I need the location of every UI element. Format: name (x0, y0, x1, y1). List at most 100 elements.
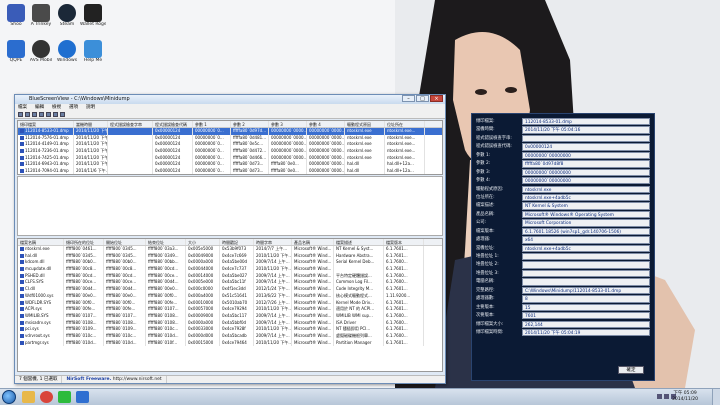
desktop-icon-steam[interactable]: Steam (54, 4, 80, 28)
table-row[interactable]: 112014-6943-01.dmp 2014/11/20 下午... 0x0000… (18, 161, 442, 169)
column-header[interactable]: 產品名稱 (292, 239, 334, 245)
crash-list[interactable]: 傾印檔案 當機時間 程式錯誤檢查字串 程式錯誤檢查代碼 參數 1 參數 2 參數 3 參數 4… (17, 120, 443, 175)
properties-dialog[interactable]: 傾印檔案: 112014-8533-01.dmp 當機時間: 2014/11/20 下… (471, 113, 655, 381)
desktop-icon-avs[interactable]: AVS Mobil (28, 40, 54, 64)
property-value[interactable]: C:\Windows\Minidump\112014-8533-01.dmp (522, 286, 650, 295)
column-header[interactable]: 參數 3 (269, 121, 307, 127)
column-header[interactable]: 傾印檔案 (18, 121, 74, 127)
property-value[interactable] (522, 269, 650, 278)
nirsoft-link[interactable]: http://www.nirsoft.net (113, 377, 162, 382)
table-row[interactable]: pci.sys fffff880`0109... fffff880`0109... f… (18, 326, 442, 333)
menu-options[interactable]: 選項 (69, 104, 78, 111)
copy-icon[interactable] (32, 112, 37, 117)
property-value[interactable]: 00000000`00000000 (522, 177, 650, 185)
chrome-icon[interactable] (40, 391, 53, 403)
property-value[interactable]: 262,144 (522, 320, 650, 328)
volume-icon[interactable] (664, 394, 669, 399)
property-value[interactable] (522, 278, 650, 286)
table-row[interactable]: mcupdate.dll fffff880`00c8... fffff880`00c… (18, 266, 442, 273)
property-value[interactable]: 112014-8533-01.dmp (522, 118, 650, 126)
column-header[interactable]: 參數 4 (307, 121, 345, 127)
desktop-icon-trinkey[interactable]: A Trinkey (28, 4, 54, 28)
column-header[interactable]: 檔案名稱 (18, 239, 64, 245)
line-icon[interactable] (58, 391, 71, 403)
property-value[interactable]: 15 (522, 303, 650, 312)
desktop-icon-help-me[interactable]: Help Me (80, 40, 106, 64)
folder-icon[interactable] (22, 391, 35, 403)
save-icon[interactable] (25, 112, 30, 117)
table-row[interactable]: kdcom.dll fffff880`00b0... fffff880`00b0..… (18, 259, 442, 267)
clock[interactable]: 下午 05:09 2014/11/20 (672, 391, 698, 403)
table-row[interactable]: ACPI.sys fffff880`00fe... fffff880`00fe...… (18, 306, 442, 313)
maximize-button[interactable]: □ (416, 95, 429, 102)
property-value[interactable]: 8 (522, 295, 650, 303)
menu-file[interactable]: 檔案 (18, 104, 27, 111)
desktop-icon-wallet-roger[interactable]: Wallet Roger (80, 4, 106, 28)
column-header[interactable]: 驅動程式原因 (345, 121, 385, 127)
column-header[interactable]: 時間戳記 (220, 239, 254, 245)
property-value[interactable]: ntoskrnl.exe+4adb5c (522, 244, 650, 252)
property-value[interactable]: 0x00000124 (522, 143, 650, 151)
column-header[interactable]: 程式錯誤檢查代碼 (153, 121, 193, 127)
search-icon[interactable] (53, 112, 58, 117)
menu-view[interactable]: 檢視 (52, 104, 61, 111)
table-row[interactable]: partmgr.sys fffff880`010d... fffff880`010d… (18, 339, 442, 347)
network-icon[interactable] (657, 394, 662, 399)
table-row[interactable]: WDFLDR.SYS fffff880`00f0... fffff880`00f0.… (18, 299, 442, 307)
table-row[interactable]: 112014-7425-01.dmp 2014/11/20 下午... 0x0000… (18, 154, 442, 162)
property-value[interactable] (522, 134, 650, 143)
column-header[interactable]: 參數 2 (231, 121, 269, 127)
table-row[interactable]: Wdf01000.sys fffff880`00e0... fffff880`00e… (18, 292, 442, 300)
column-header[interactable]: 當機時間 (74, 121, 108, 127)
property-value[interactable]: 00000000`00000000 (522, 151, 650, 160)
desktop-icon-windows[interactable]: Windows (54, 40, 80, 64)
desktop-icon-qqpe[interactable]: QQPE (3, 40, 29, 64)
column-header[interactable]: 結束位址 (146, 239, 186, 245)
property-value[interactable] (522, 253, 650, 261)
refresh-icon[interactable] (46, 112, 51, 117)
ok-button[interactable]: 確定 (618, 366, 644, 374)
table-row[interactable]: WMILIB.SYS fffff880`0107... fffff880`0107.… (18, 312, 442, 320)
show-desktop-button[interactable] (712, 389, 720, 405)
property-value[interactable]: 2014/11/20 下午 05:04:19 (522, 328, 650, 337)
desktop-icon-shoo[interactable]: Shoo (3, 4, 29, 28)
properties-icon[interactable] (39, 112, 44, 117)
menu-edit[interactable]: 編輯 (35, 104, 44, 111)
table-row[interactable]: 112014-8533-01.dmp 2014/11/20 下午... 0x0000… (18, 128, 442, 135)
property-value[interactable]: fffffa80`0d97d8f8 (522, 160, 650, 168)
column-header[interactable]: 參數 1 (193, 121, 231, 127)
column-header[interactable]: 大小 (186, 239, 220, 245)
property-value[interactable]: ntoskrnl.exe (522, 185, 650, 193)
column-header[interactable]: 程式錯誤檢查字串 (108, 121, 153, 127)
minimize-button[interactable]: – (402, 95, 415, 102)
column-header[interactable]: 檔案描述 (334, 239, 384, 245)
close-button[interactable]: × (430, 95, 443, 102)
window-title-bar[interactable]: BlueScreenView - C:\Windows\Minidump (15, 95, 445, 104)
property-value[interactable]: ntoskrnl.exe+4adb5c (522, 193, 650, 202)
column-header[interactable]: 時間字串 (254, 239, 292, 245)
table-row[interactable]: msisadrv.sys fffff880`0108... fffff880`010… (18, 319, 442, 327)
exit-icon[interactable] (60, 112, 65, 117)
menu-help[interactable]: 說明 (86, 104, 95, 111)
column-header[interactable]: 開始位址 (104, 239, 146, 245)
driver-list[interactable]: 檔案名稱 傾印所在的位址 開始位址 結束位址 大小 時間戳記 時間字串 產品名稱 檔案描述 檔案版… (17, 238, 443, 372)
column-header[interactable]: 檔案版本 (384, 239, 424, 245)
property-value[interactable]: x64 (522, 236, 650, 244)
bluescreenview-window[interactable]: BlueScreenView - C:\Windows\Minidump – □… (14, 94, 446, 384)
column-header[interactable]: 傾印所在的位址 (64, 239, 104, 245)
table-row[interactable]: 112014-7236-01.dmp 2014/11/20 下午... 0x0000… (18, 148, 442, 155)
table-row[interactable]: PSHED.dll fffff880`00cd... fffff880`00cd..… (18, 272, 442, 280)
table-row[interactable]: 112014-7094-01.dmp 2014/11/6 下午... 0x00000… (18, 168, 442, 174)
property-value[interactable]: 7601 (522, 312, 650, 320)
property-value[interactable]: 2014/11/20 下午 05:04:16 (522, 126, 650, 134)
property-value[interactable]: NT Kernel & System (522, 202, 650, 210)
table-row[interactable]: CLFS.SYS fffff880`00ce... fffff880`00ce...… (18, 279, 442, 287)
column-header[interactable]: 位址所在 (385, 121, 425, 127)
property-value[interactable]: 6.1.7601.18526 (win7sp1_gdr.140706-1506) (522, 227, 650, 236)
table-row[interactable]: CI.dll fffff880`00d4... fffff880`00d4... ff… (18, 286, 442, 293)
table-row[interactable]: vdrvroot.sys fffff880`010c... fffff880`010… (18, 332, 442, 340)
table-row[interactable]: ntoskrnl.exe fffff800`0461... fffff800`034… (18, 246, 442, 253)
property-value[interactable]: Microsoft Corporation (522, 219, 650, 227)
table-row[interactable]: 112014-7576-01.dmp 2014/11/20 下午... 0x0000… (18, 134, 442, 142)
open-icon[interactable] (18, 112, 23, 117)
